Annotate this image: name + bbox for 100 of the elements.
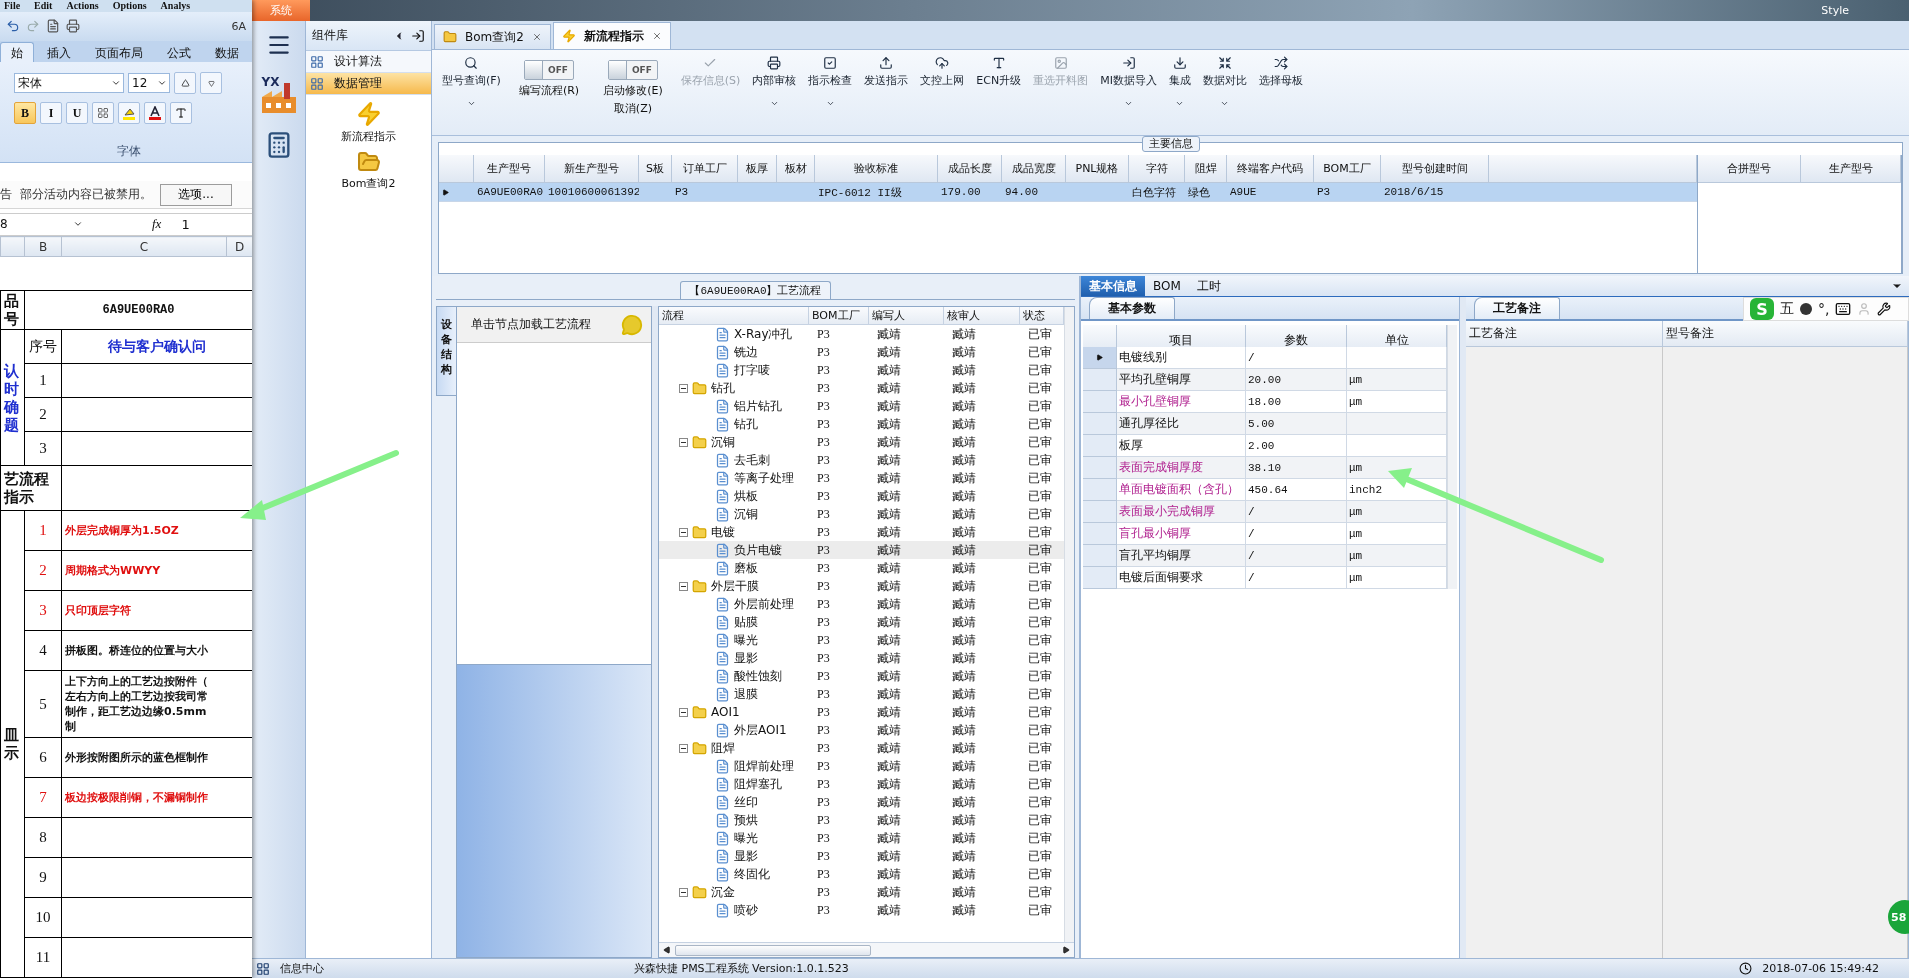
document-tab[interactable]: 新流程指示 [552,22,671,49]
menu-item[interactable]: File [4,0,21,12]
collapse-toggle-icon[interactable] [679,707,688,717]
status-text: 兴森快捷 PMS工程系统 Version:1.0.1.523 [634,961,849,976]
table-cell: 表面完成铜厚度 [1117,457,1246,479]
collapse-toggle-icon[interactable] [679,887,688,897]
login-icon[interactable] [411,28,425,43]
menu-item[interactable]: Analys [160,0,191,12]
menu-item[interactable]: Options [112,0,147,12]
full-width-icon[interactable] [1800,303,1812,315]
table-cell: 盲孔平均铜厚 [1117,545,1246,567]
undo-icon[interactable] [6,19,20,34]
document-icon [715,686,730,702]
letter-icon [175,107,187,120]
close-icon[interactable] [651,31,662,41]
tab[interactable]: BOM [1145,276,1189,296]
ribbon-tab[interactable]: 插入 [36,42,82,63]
toolbar-button[interactable]: 数据对比 [1198,54,1251,110]
vertical-scrollbar[interactable] [1064,307,1074,942]
row-pointer-icon [442,188,449,196]
toolbar-button[interactable]: 集成 [1164,54,1195,110]
column-header: 型号备注 [1663,321,1908,347]
formula-field[interactable]: 1 [181,216,190,232]
format-button[interactable]: U [66,102,88,125]
borders-button[interactable] [92,102,114,125]
close-icon[interactable] [531,32,542,42]
library-item[interactable]: 数据管理 [306,73,431,95]
grid-icon[interactable] [256,961,270,976]
collapse-toggle-icon[interactable] [679,581,688,591]
library-tile[interactable]: 新流程指示 [306,95,431,144]
sheet-cell: 认时确题 [0,329,25,466]
column-header: 生产型号 [1801,155,1901,183]
wrench-icon[interactable] [1877,302,1892,316]
letter-icon [991,56,1006,70]
sheet-cell: 6 [24,737,62,778]
font-size-field[interactable]: 12 [128,73,170,94]
grow-font-button[interactable] [174,72,196,95]
status-time: 2018-07-06 15:49:42 [1762,962,1879,975]
toolbar-button[interactable]: 指示检查 [804,54,857,110]
document-icon [715,812,730,828]
keyboard-icon[interactable] [1835,301,1852,317]
document-icon[interactable] [46,19,60,34]
table-cell: 臧靖 [944,541,1020,559]
toggle-switch[interactable]: OFF [607,60,658,80]
toolbar-button[interactable]: MI数据导入 [1096,54,1161,110]
document-icon [715,560,730,576]
scroll-left-icon[interactable] [663,946,671,954]
toolbar-button[interactable]: 内部审核 [748,54,801,110]
collapse-toggle-icon[interactable] [679,743,688,753]
document-tab[interactable]: Bom查询2 [434,24,551,49]
input-mode[interactable]: 五 [1780,300,1794,318]
factory-logo[interactable]: YX [259,75,298,115]
lightning-icon [355,101,382,127]
tab[interactable]: 工时 [1188,276,1229,296]
format-button[interactable]: I [40,102,62,125]
table-cell: 5.00 [1246,413,1347,435]
side-tab[interactable]: 设备结构 [436,306,456,396]
tab[interactable]: 基本参数 [1089,297,1175,319]
menu-item[interactable]: Edit [34,0,53,12]
options-button[interactable]: 选项... [160,183,232,206]
table-cell: 绿色 [1185,183,1227,202]
format-button[interactable]: B [14,102,36,125]
toolbar-button[interactable]: 选择母板 [1254,54,1307,90]
menu-item[interactable]: Actions [66,0,99,12]
tree-node[interactable]: 负片电镀 [659,541,809,559]
table-cell: 已审 [1020,541,1064,559]
scroll-right-icon[interactable] [1062,946,1070,954]
name-box[interactable]: 8 [0,214,86,235]
font-name-field[interactable]: 宋体 [14,73,124,94]
library-item[interactable]: 设计算法 [306,51,431,73]
punctuation-mode[interactable]: °, [1818,301,1830,317]
vertical-scrollbar[interactable] [1447,325,1457,589]
font-color-button[interactable] [144,102,166,125]
toolbar-button[interactable]: 发送指示 [860,54,913,90]
toolbar-button[interactable]: ECN升级 [972,54,1026,90]
scrollbar-thumb[interactable] [675,944,871,956]
ribbon-tab[interactable]: 公式 [156,42,202,63]
toggle-switch[interactable]: OFF [524,60,575,80]
folder-icon [692,884,707,900]
grid-icon [310,54,324,69]
status-text[interactable]: 信息中心 [280,961,324,976]
printer-icon[interactable] [66,19,80,34]
fill-color-button[interactable] [118,102,140,125]
library-tile[interactable]: Bom查询2 [306,144,431,191]
tab[interactable]: 基本信息 [1081,276,1145,296]
table-cell: 20.00 [1246,369,1347,391]
ribbon-tab[interactable]: 始 [0,42,34,63]
collapse-toggle-icon[interactable] [679,527,688,537]
collapse-toggle-icon[interactable] [679,437,688,447]
folder-icon [692,434,707,450]
ribbon-tab[interactable]: 页面布局 [84,42,154,63]
tab[interactable]: 工艺备注 [1474,297,1560,319]
toolbar-button[interactable]: 文控上网 [916,54,969,90]
collapse-toggle-icon[interactable] [679,383,688,393]
ribbon-tab[interactable]: 数据 [204,42,250,63]
document-icon [715,326,730,342]
style-menu[interactable]: Style [1821,4,1849,17]
toolbar-button[interactable]: 型号查询(F) [438,54,505,110]
column-header: BOM工厂 [809,307,869,325]
window-title: 6A [231,19,246,33]
